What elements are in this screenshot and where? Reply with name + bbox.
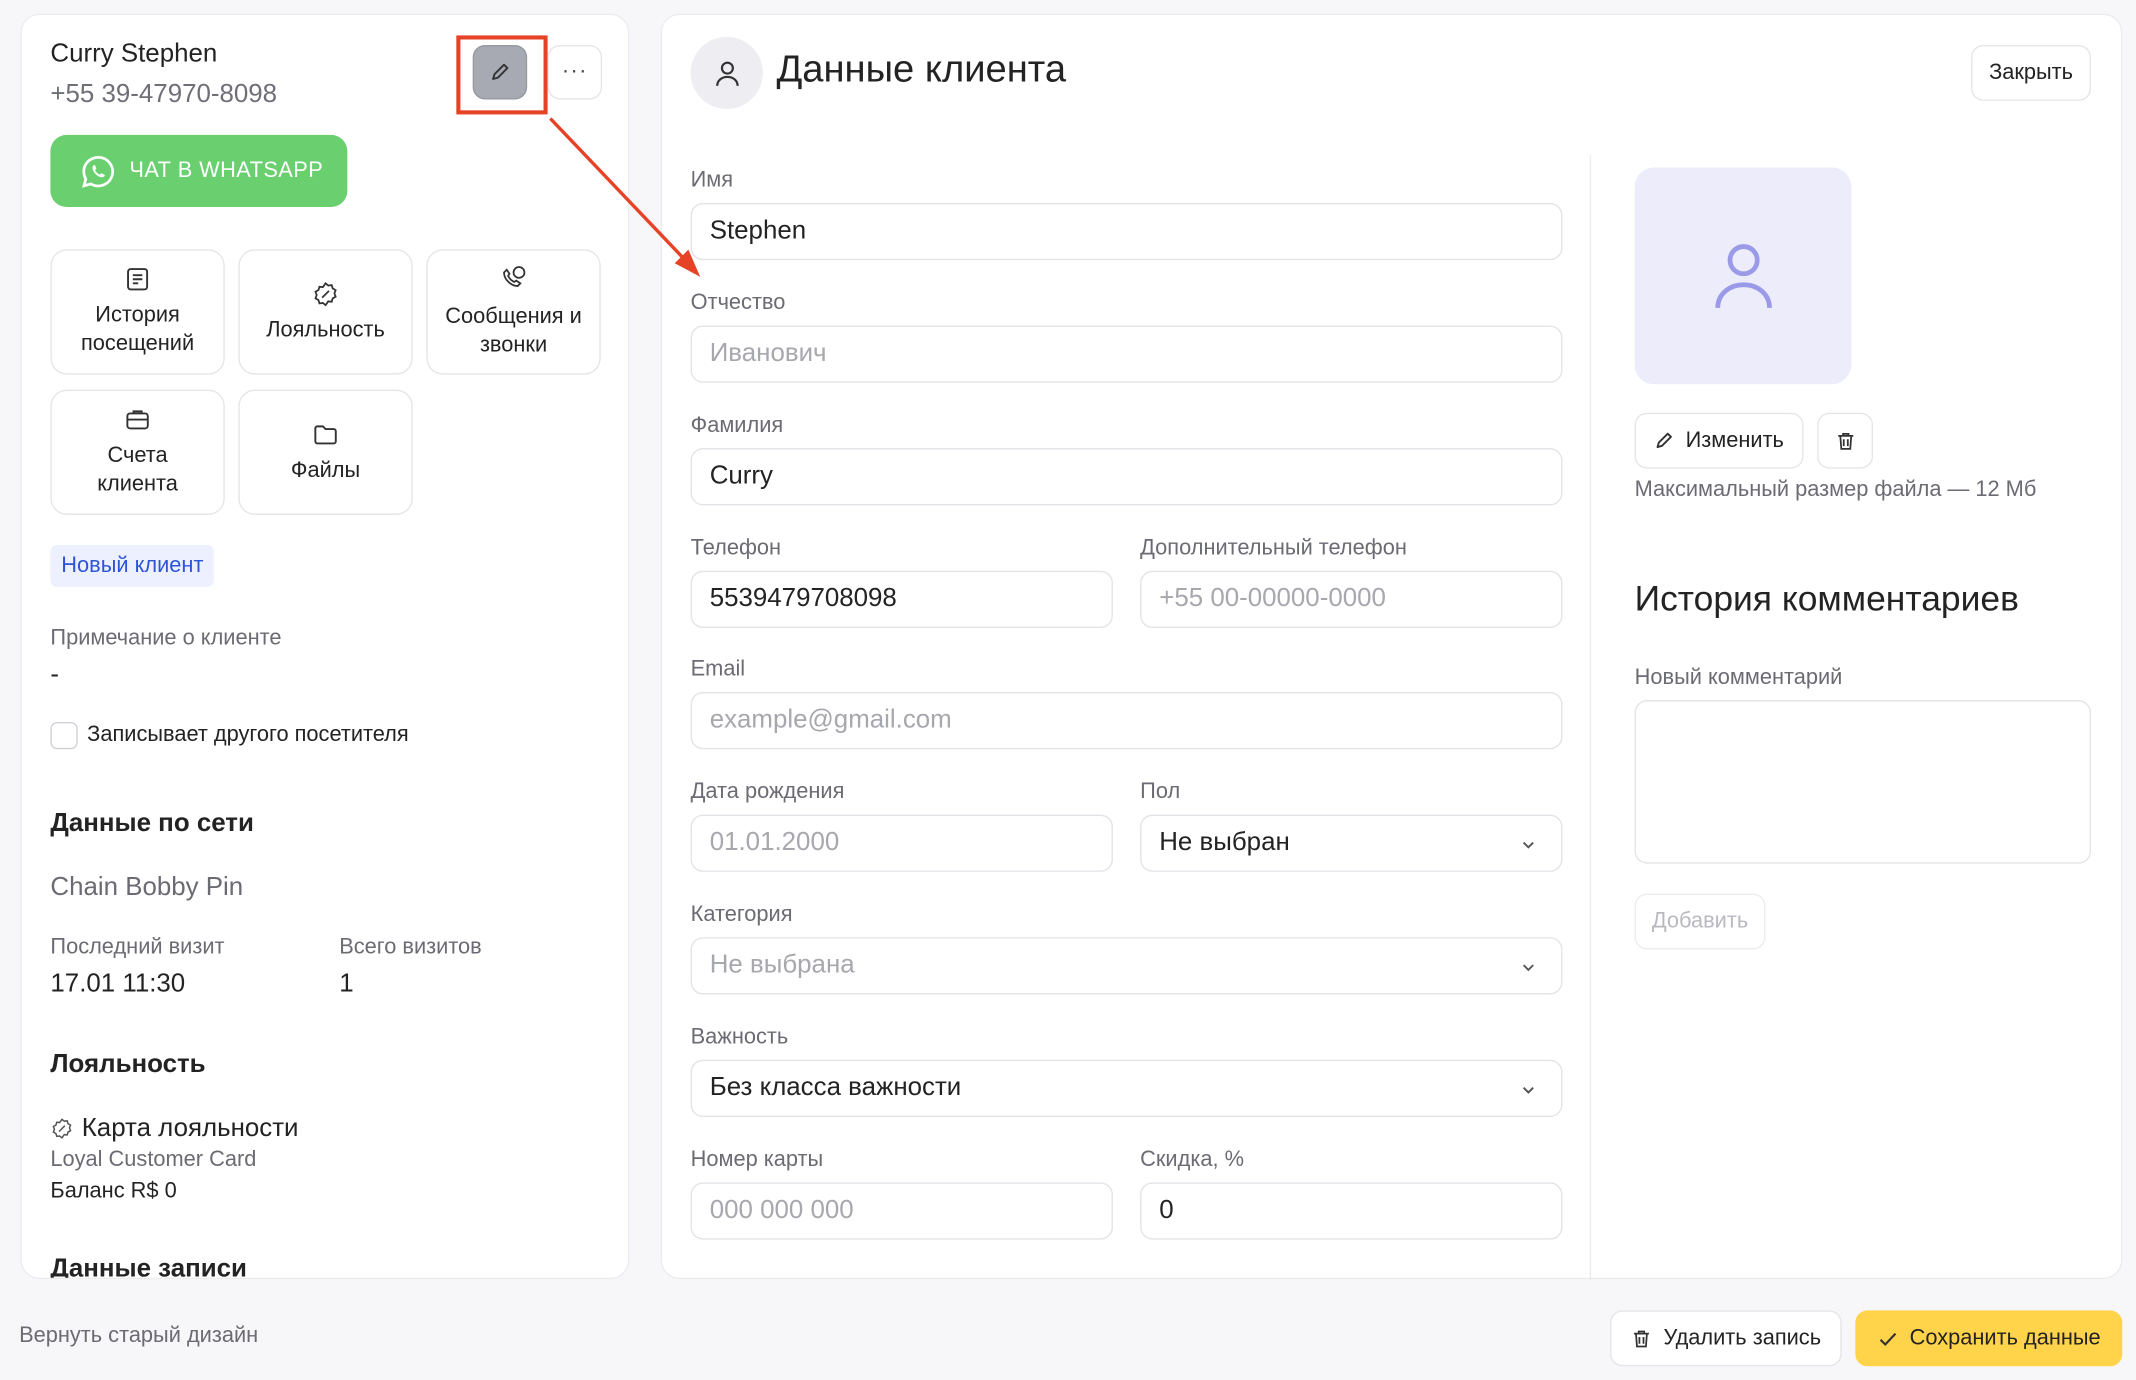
change-photo-button[interactable]: Изменить [1634, 412, 1804, 469]
email-input[interactable]: example@gmail.com [690, 691, 1563, 750]
highlight-box [456, 35, 548, 115]
tile-label: Сообщения и звонки [445, 305, 582, 357]
extra-phone-label: Дополнительный телефон [1140, 536, 1407, 560]
status-badge: Новый клиент [50, 544, 215, 588]
user-icon [715, 60, 739, 86]
importance-select[interactable]: Без класса важности [690, 1059, 1563, 1118]
middle-name-input[interactable]: Иванович [690, 325, 1563, 383]
chevron-down-icon [1522, 964, 1534, 972]
birth-date-input[interactable]: 01.01.2000 [690, 814, 1113, 872]
loyalty-card-title: Карта лояльности [81, 1114, 299, 1143]
tile-visit-history[interactable]: История посещений [50, 249, 225, 375]
tile-label: Лояльность [266, 318, 385, 342]
client-form-panel: Данные клиента Закрыть Имя Stephen Отчес… [660, 13, 2123, 1281]
first-name-label: Имя [690, 168, 734, 193]
email-label: Email [690, 657, 746, 682]
loyalty-title: Лояльность [50, 1050, 206, 1079]
total-visits-value: 1 [339, 969, 354, 999]
last-visit-value: 17.01 11:30 [50, 969, 186, 999]
user-avatar [690, 36, 763, 109]
tile-label: Счета клиента [97, 444, 178, 496]
chevron-down-icon [1522, 1087, 1534, 1094]
more-icon: ··· [561, 59, 588, 84]
tile-messages-calls[interactable]: Сообщения и звонки [426, 249, 601, 375]
category-label: Категория [690, 903, 793, 927]
note-value: - [50, 660, 60, 690]
category-select[interactable]: Не выбрана [690, 937, 1563, 995]
card-number-input[interactable]: 000 000 000 [690, 1182, 1113, 1240]
new-comment-textarea[interactable] [1634, 700, 2091, 864]
tile-label: Файлы [290, 458, 361, 482]
comments-title: История комментариев [1634, 577, 2019, 619]
folder-icon [314, 424, 337, 444]
discount-label: Скидка, % [1140, 1148, 1244, 1172]
importance-label: Важность [690, 1025, 789, 1049]
loyalty-icon [314, 281, 337, 306]
last-name-input[interactable]: Curry [690, 448, 1563, 506]
birth-date-label: Дата рождения [690, 780, 845, 804]
other-visitor-checkbox[interactable] [50, 721, 78, 750]
chevron-down-icon [1522, 841, 1534, 849]
page-title: Данные клиента [776, 47, 1067, 90]
close-button[interactable]: Закрыть [1971, 44, 2091, 101]
card-number-label: Номер карты [690, 1148, 824, 1172]
change-photo-label: Изменить [1685, 428, 1784, 452]
phone-input[interactable]: 5539479708098 [690, 570, 1113, 628]
gender-value: Не выбран [1159, 828, 1290, 857]
more-button[interactable]: ··· [547, 44, 603, 100]
client-name: Curry Stephen [50, 39, 218, 69]
gender-label: Пол [1140, 780, 1181, 804]
tile-files[interactable]: Файлы [238, 389, 413, 515]
network-name: Chain Bobby Pin [50, 873, 244, 902]
tile-client-accounts[interactable]: Счета клиента [50, 389, 225, 515]
save-data-label: Сохранить данные [1909, 1326, 2101, 1350]
client-summary-panel: Curry Stephen +55 39-47970-8098 ··· ЧАТ … [20, 13, 630, 1280]
tile-loyalty[interactable]: Лояльность [238, 249, 413, 375]
middle-name-label: Отчество [690, 291, 786, 315]
delete-record-button[interactable]: Удалить запись [1610, 1310, 1842, 1367]
whatsapp-label: ЧАТ В WHATSAPP [129, 158, 324, 182]
other-visitor-label: Записывает другого посетителя [87, 723, 409, 747]
loyalty-card-name: Loyal Customer Card [50, 1148, 257, 1172]
save-data-button[interactable]: Сохранить данные [1855, 1310, 2123, 1367]
column-divider [1589, 155, 1592, 1281]
whatsapp-chat-button[interactable]: ЧАТ В WHATSAPP [50, 134, 348, 208]
trash-icon [1837, 432, 1853, 450]
file-size-hint: Максимальный размер файла — 12 Мб [1634, 478, 2037, 502]
delete-record-label: Удалить запись [1663, 1326, 1822, 1350]
first-name-input[interactable]: Stephen [690, 202, 1563, 261]
new-comment-label: Новый комментарий [1634, 666, 1843, 690]
total-visits-label: Всего визитов [339, 935, 482, 959]
old-design-link[interactable]: Вернуть старый дизайн [19, 1324, 258, 1349]
last-visit-label: Последний визит [50, 935, 225, 959]
check-icon [1879, 1332, 1897, 1346]
client-phone: +55 39-47970-8098 [50, 80, 278, 109]
history-icon [127, 268, 149, 291]
extra-phone-input[interactable]: +55 00-00000-0000 [1140, 570, 1563, 628]
category-value: Не выбрана [709, 950, 855, 980]
discount-input[interactable]: 0 [1140, 1182, 1563, 1240]
network-title: Данные по сети [50, 809, 254, 838]
briefcase-icon [126, 410, 149, 430]
gender-select[interactable]: Не выбран [1140, 814, 1563, 872]
pencil-icon [1657, 432, 1673, 449]
last-name-label: Фамилия [690, 414, 784, 438]
user-placeholder-icon [1714, 243, 1772, 308]
whatsapp-icon [81, 155, 114, 188]
note-label: Примечание о клиенте [50, 626, 282, 650]
loyalty-balance: Баланс R$ 0 [50, 1179, 177, 1203]
loyalty-card-icon [52, 1118, 72, 1139]
importance-value: Без класса важности [709, 1073, 962, 1103]
client-photo [1634, 167, 1852, 385]
delete-photo-button[interactable] [1817, 412, 1874, 469]
phone-label: Телефон [690, 536, 782, 560]
add-comment-button[interactable]: Добавить [1634, 893, 1766, 950]
trash-icon [1634, 1329, 1650, 1347]
messages-icon [503, 266, 526, 287]
record-title: Данные записи [50, 1254, 247, 1280]
tile-label: История посещений [81, 303, 195, 356]
